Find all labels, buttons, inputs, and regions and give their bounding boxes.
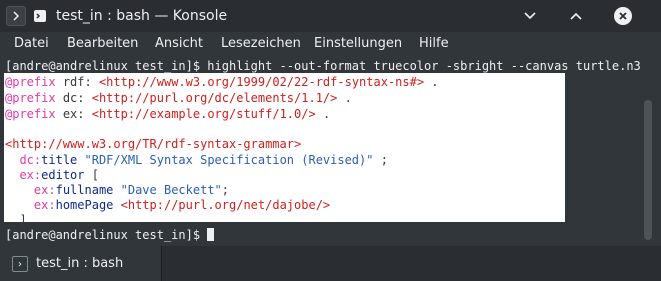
menu-ansicht[interactable]: Ansicht bbox=[155, 36, 203, 52]
close-icon bbox=[619, 12, 627, 20]
maximize-button[interactable] bbox=[566, 6, 586, 26]
chevron-up-icon bbox=[570, 12, 582, 20]
menu-lesezeichen[interactable]: Lesezeichen bbox=[221, 36, 301, 52]
terminator: . bbox=[344, 91, 352, 105]
namespace: ex: bbox=[62, 107, 85, 121]
prompt: [andre@andrelinux test_in]$ bbox=[5, 228, 208, 242]
subject-uri: <http://www.w3.org/TR/rdf-syntax-grammar… bbox=[5, 137, 302, 151]
chevron-right-icon bbox=[13, 11, 20, 21]
output-line-7: ex:editor [ bbox=[5, 167, 99, 183]
output-line-5: <http://www.w3.org/TR/rdf-syntax-grammar… bbox=[5, 136, 301, 152]
namespace: ex: bbox=[33, 183, 56, 197]
chevron-down-icon bbox=[524, 12, 536, 20]
scrollbar[interactable] bbox=[644, 100, 652, 240]
output-line-3: @prefix ex: <http://example.org/stuff/1.… bbox=[5, 106, 330, 122]
menu-datei[interactable]: Datei bbox=[14, 36, 49, 52]
minimize-button[interactable] bbox=[520, 6, 540, 26]
output-line-9: ex:homePage <http://purl.org/net/dajobe/… bbox=[5, 197, 330, 213]
terminal-area[interactable]: [andre@andrelinux test_in]$ highlight --… bbox=[0, 56, 661, 246]
menu-bar: Datei Bearbeiten Ansicht Lesezeichen Ein… bbox=[0, 32, 661, 56]
namespace: rdf: bbox=[62, 75, 92, 89]
window-title: test_in : bash — Konsole bbox=[56, 8, 228, 24]
tab-test-in-bash[interactable]: › test_in : bash bbox=[0, 246, 162, 281]
output-line-8: ex:fullname "Dave Beckett"; bbox=[5, 182, 229, 198]
prefix-keyword: @prefix bbox=[5, 91, 56, 105]
namespace: dc: bbox=[19, 153, 42, 167]
tab-bar: › test_in : bash bbox=[0, 246, 661, 281]
text-cursor bbox=[207, 228, 215, 241]
terminator: . bbox=[431, 75, 439, 89]
terminal-icon: › bbox=[12, 256, 28, 272]
terminator: ; bbox=[380, 153, 388, 167]
string-literal: "RDF/XML Syntax Specification (Revised)" bbox=[84, 153, 374, 167]
menu-bearbeiten[interactable]: Bearbeiten bbox=[67, 36, 138, 52]
tab-label: test_in : bash bbox=[36, 256, 124, 271]
title-bar: test_in : bash — Konsole bbox=[0, 0, 661, 32]
closing-bracket: ] . bbox=[19, 213, 42, 227]
command-line: [andre@andrelinux test_in]$ highlight --… bbox=[5, 59, 641, 73]
uri: <http://example.org/stuff/1.0/> bbox=[91, 107, 316, 121]
predicate: title bbox=[41, 153, 78, 167]
predicate: fullname bbox=[55, 183, 114, 197]
uri: <http://www.w3.org/1999/02/22-rdf-syntax… bbox=[98, 75, 425, 89]
predicate: homePage bbox=[55, 198, 114, 212]
output-line-1: @prefix rdf: <http://www.w3.org/1999/02/… bbox=[5, 74, 439, 90]
prefix-keyword: @prefix bbox=[5, 107, 56, 121]
uri: <http://purl.org/dc/elements/1.1/> bbox=[91, 91, 338, 105]
menu-button[interactable] bbox=[6, 6, 26, 26]
namespace: dc: bbox=[62, 91, 85, 105]
bracket: [ bbox=[91, 168, 99, 182]
string-literal: "Dave Beckett" bbox=[120, 183, 222, 197]
terminator: ; bbox=[221, 183, 230, 197]
namespace: ex: bbox=[33, 198, 56, 212]
prompt-line: [andre@andrelinux test_in]$ bbox=[5, 227, 215, 243]
terminator: . bbox=[322, 107, 331, 121]
menu-einstellungen[interactable]: Einstellungen bbox=[314, 36, 402, 52]
namespace: ex: bbox=[19, 168, 42, 182]
close-button[interactable] bbox=[614, 7, 632, 25]
menu-hilfe[interactable]: Hilfe bbox=[419, 36, 449, 52]
prefix-keyword: @prefix bbox=[5, 75, 56, 89]
output-line-6: dc:title "RDF/XML Syntax Specification (… bbox=[5, 152, 388, 168]
output-line-2: @prefix dc: <http://purl.org/dc/elements… bbox=[5, 90, 352, 106]
predicate: editor bbox=[41, 168, 85, 182]
uri: <http://purl.org/net/dajobe/> bbox=[120, 198, 331, 212]
terminal-icon bbox=[30, 6, 50, 26]
output-line-10: ] . bbox=[5, 212, 41, 228]
